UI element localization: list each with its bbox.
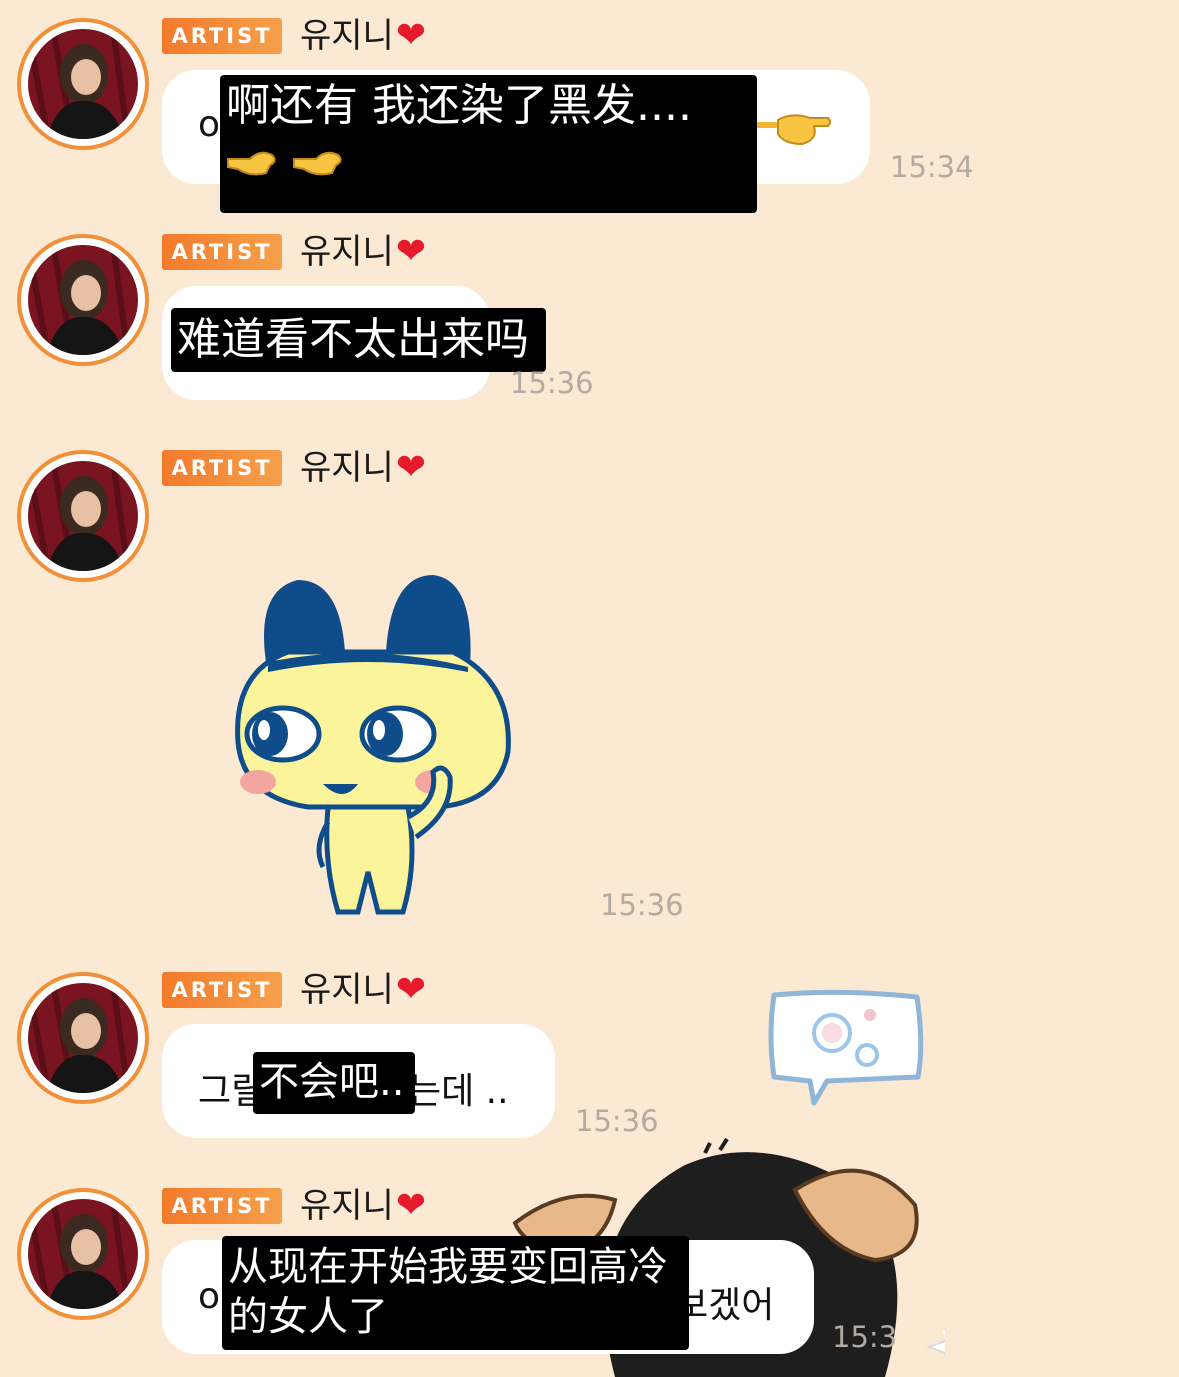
heart-icon: ❤ <box>395 447 427 488</box>
avatar[interactable] <box>17 450 149 582</box>
bubble-text-right: 는데 .. <box>408 1071 509 1112</box>
subtitle-caption: 啊还有 我还染了黑发.... <box>220 75 757 213</box>
avatar[interactable] <box>17 1188 149 1320</box>
sender-name: 유지니❤ <box>300 447 427 489</box>
avatar[interactable] <box>17 234 149 366</box>
heart-icon: ❤ <box>395 231 427 272</box>
sender-name: 유지니❤ <box>300 15 427 57</box>
bubble-text: o <box>198 104 221 145</box>
subtitle-caption: 不会吧.. <box>253 1052 415 1114</box>
mametchi-sticker[interactable] <box>228 572 518 922</box>
artist-badge: ARTIST <box>162 1188 282 1224</box>
sender-name: 유지니❤ <box>300 1185 427 1227</box>
pointing-hand-icon <box>293 151 342 176</box>
artist-badge: ARTIST <box>162 972 282 1008</box>
timestamp: 15:36 <box>575 1104 659 1138</box>
sender-name: 유지니❤ <box>300 231 427 273</box>
heart-icon: ❤ <box>395 969 427 1010</box>
speech-bubble-doodle <box>768 989 924 1106</box>
pointing-hand-icon <box>227 151 276 176</box>
sender-name: 유지니❤ <box>300 969 427 1011</box>
artist-badge: ARTIST <box>162 234 282 270</box>
subtitle-caption: 从现在开始我要变回高冷的女人了 <box>222 1236 689 1350</box>
artist-badge: ARTIST <box>162 450 282 486</box>
timestamp: 15:36 <box>510 366 594 400</box>
bubble-text-left: o <box>198 1276 221 1317</box>
timestamp: 15:3 <box>832 1320 898 1354</box>
subtitle-caption: 难道看不太出来吗 <box>171 308 546 372</box>
bubble-text-right: 보겠어 <box>675 1285 775 1326</box>
heart-icon: ❤ <box>395 15 427 56</box>
timestamp: 15:34 <box>890 150 974 184</box>
heart-icon: ❤ <box>395 1185 427 1226</box>
artist-badge: ARTIST <box>162 18 282 54</box>
avatar[interactable] <box>17 18 149 150</box>
avatar[interactable] <box>17 972 149 1104</box>
timestamp: 15:36 <box>600 888 684 922</box>
